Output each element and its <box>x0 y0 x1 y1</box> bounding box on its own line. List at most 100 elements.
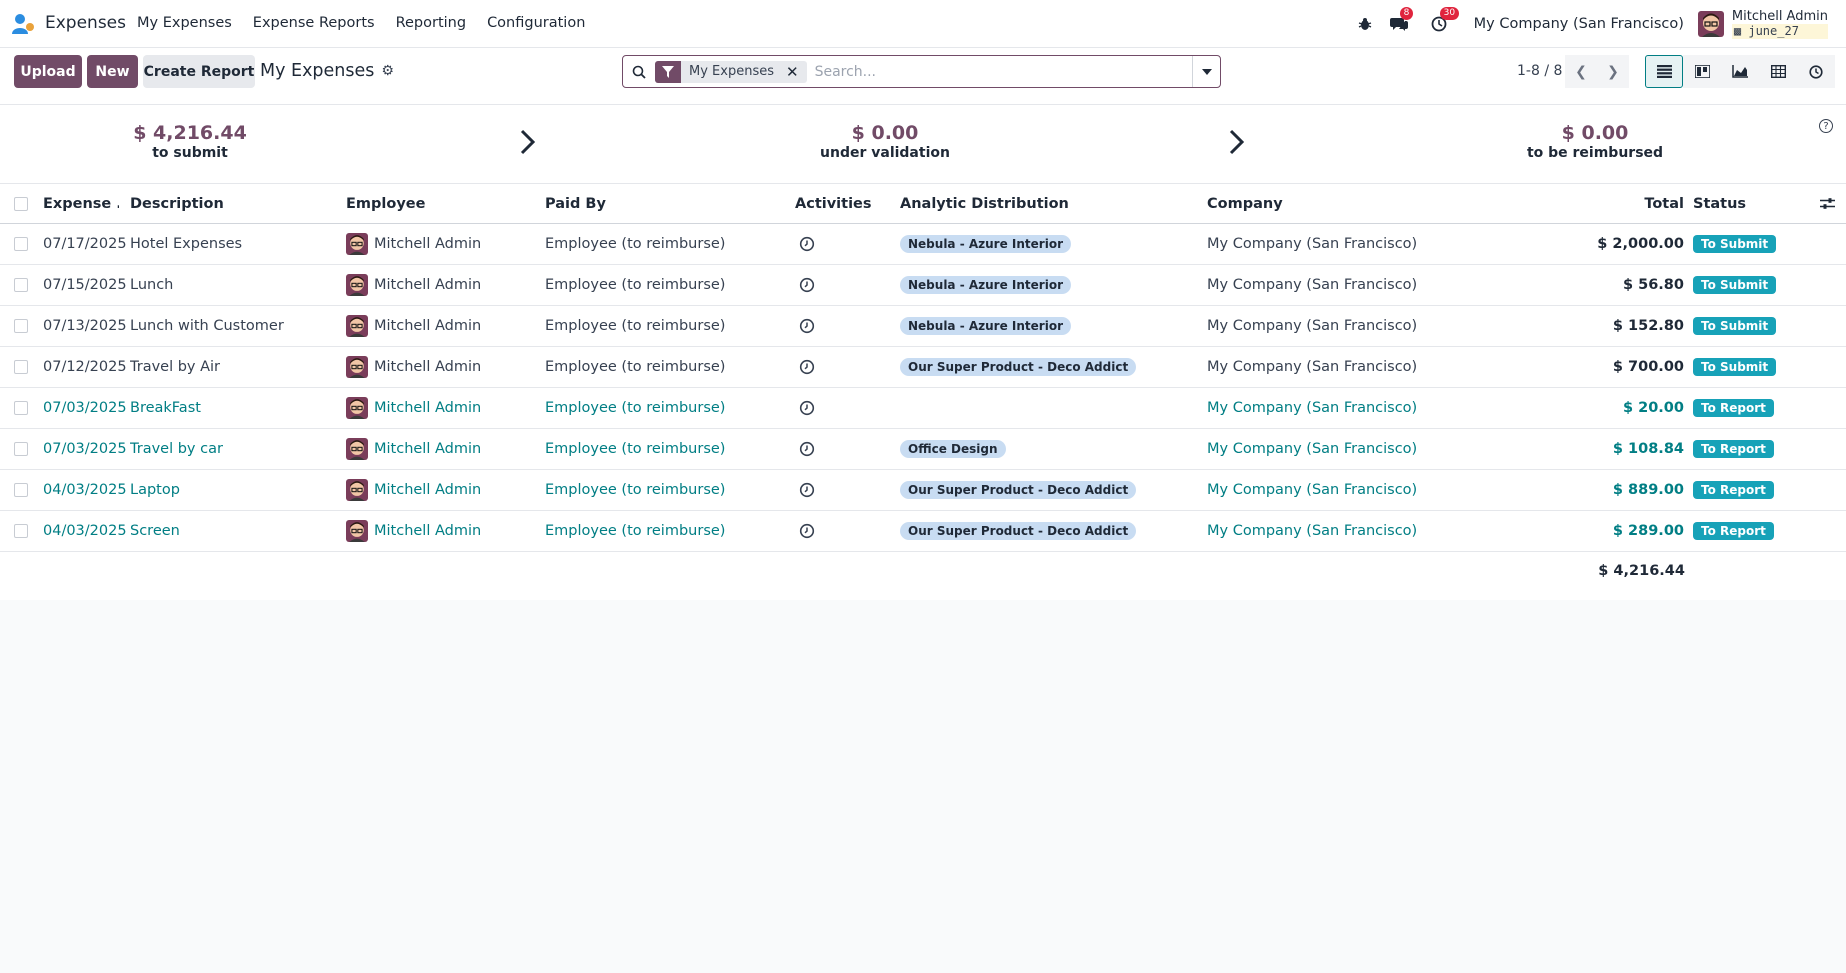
expense-description: Travel by Air <box>130 359 221 375</box>
gear-icon[interactable]: ⚙ <box>381 63 394 79</box>
activity-clock-icon[interactable] <box>799 224 815 264</box>
row-checkbox[interactable] <box>14 442 28 456</box>
upload-button[interactable]: Upload <box>14 55 82 88</box>
help-icon[interactable]: ? <box>1819 119 1833 133</box>
bug-icon[interactable] <box>1354 13 1376 35</box>
paid-by: Employee (to reimburse) <box>545 482 726 498</box>
optional-columns-icon[interactable] <box>1820 184 1835 223</box>
employee-avatar[interactable] <box>346 233 368 255</box>
activity-clock-icon[interactable] <box>799 511 815 551</box>
expense-description: BreakFast <box>130 400 201 416</box>
company-switcher[interactable]: My Company (San Francisco) <box>1474 16 1684 32</box>
row-select-cell <box>14 224 28 264</box>
expenses-app-icon[interactable] <box>12 13 36 35</box>
row-checkbox[interactable] <box>14 360 28 374</box>
employee-avatar[interactable] <box>346 274 368 296</box>
employee-avatar[interactable] <box>346 356 368 378</box>
column-date[interactable]: Expense ... <box>43 184 119 223</box>
column-status[interactable]: Status <box>1693 184 1746 223</box>
expense-total: $ 2,000.00 <box>1597 236 1684 252</box>
employee-avatar[interactable] <box>346 315 368 337</box>
expense-total: $ 152.80 <box>1612 318 1684 334</box>
row-select-cell <box>14 511 28 551</box>
activity-clock-icon[interactable] <box>799 470 815 510</box>
activity-clock-icon[interactable] <box>799 388 815 428</box>
user-avatar[interactable] <box>1697 11 1724 37</box>
select-all-checkbox[interactable] <box>14 196 28 211</box>
pager-previous-button[interactable]: ❮ <box>1565 55 1597 88</box>
analytic-cell: Nebula - Azure Interior <box>900 224 1071 264</box>
remove-facet-icon[interactable]: ✕ <box>782 63 807 81</box>
paid-by: Employee (to reimburse) <box>545 523 726 539</box>
row-checkbox[interactable] <box>14 483 28 497</box>
status-cell: To Report <box>1693 429 1774 469</box>
paid-by: Employee (to reimburse) <box>545 277 726 293</box>
column-description[interactable]: Description <box>130 184 224 223</box>
new-button[interactable]: New <box>87 55 138 88</box>
graph-view-button[interactable] <box>1721 55 1759 88</box>
company-cell: My Company (San Francisco) <box>1207 318 1418 334</box>
employee-avatar[interactable] <box>346 520 368 542</box>
table-row[interactable]: 07/12/2025 Travel by Air Mitchell Admin Emp… <box>0 347 1846 388</box>
expense-date: 07/03/2025 <box>43 400 127 416</box>
pivot-view-button[interactable] <box>1759 55 1797 88</box>
employee-avatar[interactable] <box>346 438 368 460</box>
search-options-toggle[interactable] <box>1192 56 1220 87</box>
create-report-button[interactable]: Create Report <box>143 55 255 88</box>
column-total[interactable]: Total <box>1530 184 1684 223</box>
view-switcher <box>1645 55 1835 88</box>
stat-to-be-reimbursed[interactable]: $ 0.00 to be reimbursed <box>1520 122 1670 162</box>
activity-clock-icon[interactable] <box>799 265 815 305</box>
employee-cell: Mitchell Admin <box>346 511 481 551</box>
employee-avatar[interactable] <box>346 397 368 419</box>
employee-cell: Mitchell Admin <box>346 429 481 469</box>
table-row[interactable]: 07/15/2025 Lunch Mitchell Admin Employee (t… <box>0 265 1846 306</box>
row-checkbox[interactable] <box>14 278 28 292</box>
row-select-cell <box>14 306 28 346</box>
pager-next-button[interactable]: ❯ <box>1597 55 1629 88</box>
row-checkbox[interactable] <box>14 401 28 415</box>
menu-reporting[interactable]: Reporting <box>396 15 467 31</box>
row-select-cell <box>14 470 28 510</box>
column-paid-by[interactable]: Paid By <box>545 184 606 223</box>
activity-view-button[interactable] <box>1797 55 1835 88</box>
table-row[interactable]: 04/03/2025 Screen Mitchell Admin Employee (… <box>0 511 1846 552</box>
table-row[interactable]: 04/03/2025 Laptop Mitchell Admin Employee (… <box>0 470 1846 511</box>
company-cell: My Company (San Francisco) <box>1207 482 1418 498</box>
user-menu[interactable]: Mitchell Admin ▩ june_27 <box>1731 9 1828 39</box>
status-badge: To Submit <box>1693 358 1777 376</box>
stat-to-submit[interactable]: $ 4,216.44 to submit <box>120 122 260 162</box>
search-input[interactable] <box>814 63 1192 80</box>
table-row[interactable]: 07/17/2025 Hotel Expenses Mitchell Admin Em… <box>0 224 1846 265</box>
app-name[interactable]: Expenses <box>45 13 126 33</box>
status-cell: To Report <box>1693 511 1774 551</box>
activity-clock-icon[interactable] <box>799 306 815 346</box>
row-select-cell <box>14 347 28 387</box>
activities-icon[interactable]: 30 <box>1428 7 1460 35</box>
employee-avatar[interactable] <box>346 479 368 501</box>
table-row[interactable]: 07/13/2025 Lunch with Customer Mitchell Ad… <box>0 306 1846 347</box>
pager-value[interactable]: 1-8 / 8 <box>1517 63 1562 79</box>
row-checkbox[interactable] <box>14 319 28 333</box>
expense-date: 04/03/2025 <box>43 482 127 498</box>
list-view-button[interactable] <box>1645 55 1683 88</box>
row-checkbox[interactable] <box>14 237 28 251</box>
table-row[interactable]: 07/03/2025 BreakFast Mitchell Admin Employe… <box>0 388 1846 429</box>
column-employee[interactable]: Employee <box>346 184 425 223</box>
analytic-cell: Office Design <box>900 429 1006 469</box>
column-activities[interactable]: Activities <box>795 184 872 223</box>
search-icon[interactable] <box>623 65 655 79</box>
column-analytic-distribution[interactable]: Analytic Distribution <box>900 184 1069 223</box>
menu-configuration[interactable]: Configuration <box>487 15 585 31</box>
kanban-view-button[interactable] <box>1683 55 1721 88</box>
table-row[interactable]: 07/03/2025 Travel by car Mitchell Admin Emp… <box>0 429 1846 470</box>
menu-my-expenses[interactable]: My Expenses <box>137 15 232 31</box>
messages-icon[interactable]: 8 <box>1388 7 1414 35</box>
row-select-cell <box>14 388 28 428</box>
activity-clock-icon[interactable] <box>799 429 815 469</box>
menu-expense-reports[interactable]: Expense Reports <box>253 15 375 31</box>
row-checkbox[interactable] <box>14 524 28 538</box>
stat-under-validation[interactable]: $ 0.00 under validation <box>815 122 955 162</box>
activity-clock-icon[interactable] <box>799 347 815 387</box>
column-company[interactable]: Company <box>1207 184 1283 223</box>
